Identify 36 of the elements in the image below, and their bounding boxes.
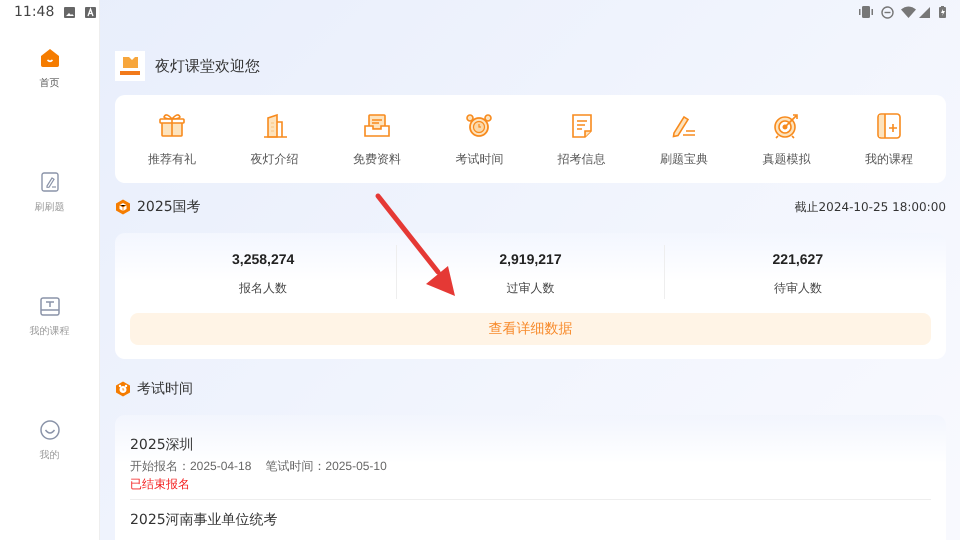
cube-icon bbox=[115, 199, 131, 215]
stat-label: 待审人数 bbox=[774, 280, 822, 297]
registration-status: 已结束报名 bbox=[130, 476, 191, 493]
clock-text: 11:48 bbox=[14, 2, 54, 22]
deadline-text: 截止2024-10-25 18:00:00 bbox=[794, 199, 946, 216]
stat-value: 2,919,217 bbox=[499, 250, 562, 269]
font-icon bbox=[85, 6, 96, 18]
stat-value: 3,258,274 bbox=[232, 250, 294, 269]
quick-menu-item[interactable]: 刷题宝典 bbox=[639, 110, 730, 168]
wifi-icon bbox=[901, 6, 916, 18]
alarm-clock-icon bbox=[115, 381, 131, 397]
quick-menu-item[interactable]: 免费资料 bbox=[332, 110, 422, 168]
exam-name: 2025深圳 bbox=[130, 436, 195, 455]
quick-menu-item[interactable]: 推荐有礼 bbox=[127, 110, 218, 168]
sidebar-item[interactable]: 首页 bbox=[38, 46, 62, 91]
quick-menu-item[interactable]: 我的课程 bbox=[844, 110, 934, 168]
image-icon bbox=[64, 6, 76, 18]
section-title: 考试时间 bbox=[137, 380, 193, 398]
stat-label: 过审人数 bbox=[506, 280, 554, 297]
logo-icon bbox=[115, 51, 145, 81]
do-not-disturb-icon bbox=[881, 6, 894, 18]
battery-icon bbox=[939, 6, 946, 18]
vibrate-icon bbox=[858, 6, 874, 18]
section-title: 2025国考 bbox=[137, 198, 201, 216]
quick-menu-item[interactable]: 招考信息 bbox=[536, 110, 627, 168]
exam-date-text: 开始报名：2025-04-18 bbox=[130, 458, 252, 475]
exam-date-text: 笔试时间：2025-05-10 bbox=[265, 458, 387, 475]
smile-icon bbox=[38, 418, 62, 442]
quick-menu-item[interactable]: 真题模拟 bbox=[741, 110, 832, 168]
quick-menu-item[interactable]: 考试时间 bbox=[434, 110, 524, 168]
signal-icon bbox=[919, 6, 930, 18]
welcome-title: 夜灯课堂欢迎您 bbox=[155, 56, 260, 77]
stat-value: 221,627 bbox=[772, 250, 824, 269]
stat-label: 报名人数 bbox=[239, 280, 288, 297]
quick-menu-item[interactable]: 夜灯介绍 bbox=[230, 110, 320, 168]
exam-name: 2025河南事业单位统考 bbox=[130, 511, 279, 530]
